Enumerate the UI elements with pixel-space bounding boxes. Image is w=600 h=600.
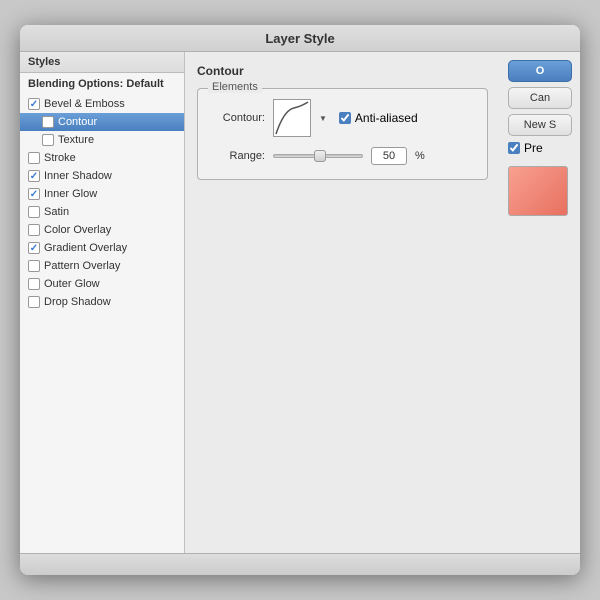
range-percent: % xyxy=(415,150,425,162)
checkbox-inner-glow[interactable] xyxy=(28,188,40,200)
sidebar-item-outer-glow[interactable]: Outer Glow xyxy=(20,275,184,293)
range-row: Range: % xyxy=(210,147,475,165)
checkbox-pattern-overlay[interactable] xyxy=(28,260,40,272)
label-satin: Satin xyxy=(44,206,69,218)
checkbox-contour[interactable] xyxy=(42,116,54,128)
preview-label: Pre xyxy=(524,141,543,155)
checkbox-gradient-overlay[interactable] xyxy=(28,242,40,254)
checkbox-stroke[interactable] xyxy=(28,152,40,164)
sidebar-item-pattern-overlay[interactable]: Pattern Overlay xyxy=(20,257,184,275)
sidebar-item-contour[interactable]: Contour xyxy=(20,113,184,131)
preview-swatch xyxy=(508,166,568,216)
checkbox-outer-glow[interactable] xyxy=(28,278,40,290)
elements-group: Elements Contour: ▼ A xyxy=(197,88,488,180)
range-label: Range: xyxy=(210,150,265,162)
sidebar-item-color-overlay[interactable]: Color Overlay xyxy=(20,221,184,239)
range-slider-track[interactable] xyxy=(273,154,363,158)
range-slider-thumb[interactable] xyxy=(314,150,326,162)
sidebar-item-inner-glow[interactable]: Inner Glow xyxy=(20,185,184,203)
dialog-title: Layer Style xyxy=(20,25,580,52)
sidebar-item-stroke[interactable]: Stroke xyxy=(20,149,184,167)
new-style-button[interactable]: New S xyxy=(508,114,572,136)
preview-row: Pre xyxy=(508,141,572,155)
styles-list: Blending Options: Default Bevel & Emboss C… xyxy=(20,73,184,311)
contour-label: Contour: xyxy=(210,112,265,124)
range-slider-container xyxy=(273,154,363,158)
label-color-overlay: Color Overlay xyxy=(44,224,111,236)
label-stroke: Stroke xyxy=(44,152,76,164)
range-input[interactable] xyxy=(371,147,407,165)
checkbox-bevel[interactable] xyxy=(28,98,40,110)
main-content: Contour Elements Contour: ▼ xyxy=(185,52,500,553)
label-inner-glow: Inner Glow xyxy=(44,188,97,200)
sidebar-item-satin[interactable]: Satin xyxy=(20,203,184,221)
anti-alias-checkbox[interactable] xyxy=(339,112,351,124)
section-title: Contour xyxy=(197,64,488,80)
label-texture: Texture xyxy=(58,134,94,146)
dialog-body: Styles Blending Options: Default Bevel & … xyxy=(20,52,580,553)
checkbox-color-overlay[interactable] xyxy=(28,224,40,236)
anti-alias-label: Anti-aliased xyxy=(355,111,418,125)
label-contour: Contour xyxy=(58,116,97,128)
sidebar-item-blending[interactable]: Blending Options: Default xyxy=(20,73,184,95)
layer-style-dialog: Layer Style Styles Blending Options: Def… xyxy=(20,25,580,575)
label-bevel: Bevel & Emboss xyxy=(44,98,125,110)
left-panel: Styles Blending Options: Default Bevel & … xyxy=(20,52,185,553)
cancel-button[interactable]: Can xyxy=(508,87,572,109)
checkbox-texture[interactable] xyxy=(42,134,54,146)
contour-row: Contour: ▼ Anti-aliased xyxy=(210,99,475,137)
preview-checkbox[interactable] xyxy=(508,142,520,154)
sidebar-item-texture[interactable]: Texture xyxy=(20,131,184,149)
sidebar-item-drop-shadow[interactable]: Drop Shadow xyxy=(20,293,184,311)
right-panel: Contour Elements Contour: ▼ xyxy=(185,52,580,553)
anti-alias-row: Anti-aliased xyxy=(339,111,418,125)
label-inner-shadow: Inner Shadow xyxy=(44,170,112,182)
label-gradient-overlay: Gradient Overlay xyxy=(44,242,127,254)
bottom-bar xyxy=(20,553,580,575)
group-title: Elements xyxy=(208,81,262,93)
contour-arrow: ▼ xyxy=(319,114,327,123)
ok-button[interactable]: O xyxy=(508,60,572,82)
checkbox-inner-shadow[interactable] xyxy=(28,170,40,182)
label-drop-shadow: Drop Shadow xyxy=(44,296,111,308)
checkbox-drop-shadow[interactable] xyxy=(28,296,40,308)
sidebar-item-bevel[interactable]: Bevel & Emboss xyxy=(20,95,184,113)
checkbox-satin[interactable] xyxy=(28,206,40,218)
label-outer-glow: Outer Glow xyxy=(44,278,100,290)
contour-preview[interactable] xyxy=(273,99,311,137)
sidebar-item-inner-shadow[interactable]: Inner Shadow xyxy=(20,167,184,185)
styles-header: Styles xyxy=(20,52,184,73)
sidebar-item-gradient-overlay[interactable]: Gradient Overlay xyxy=(20,239,184,257)
side-buttons: O Can New S Pre xyxy=(500,52,580,553)
label-pattern-overlay: Pattern Overlay xyxy=(44,260,120,272)
